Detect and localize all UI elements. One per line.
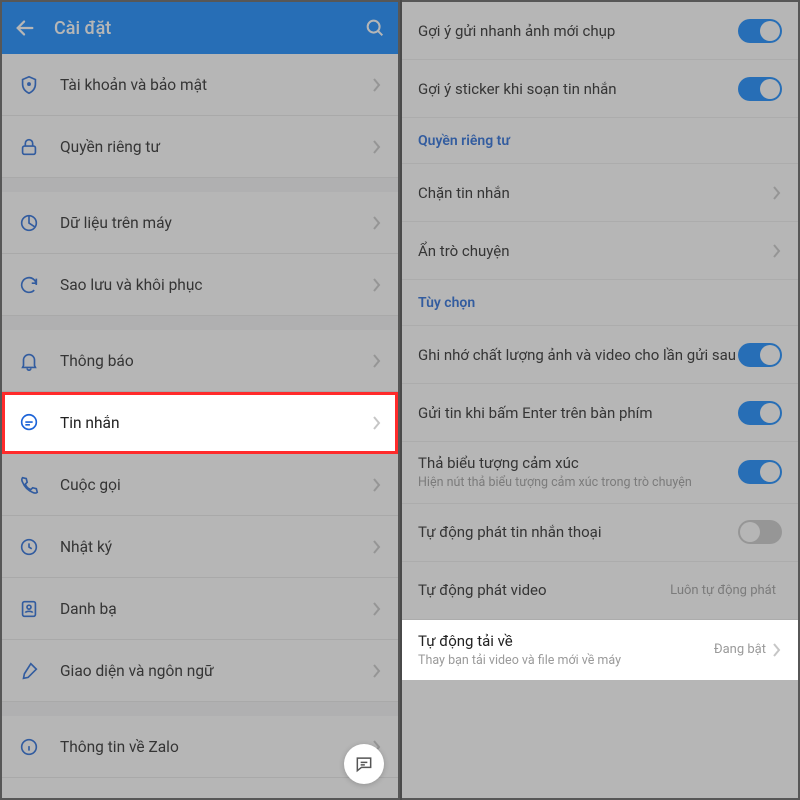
spacer — [2, 178, 398, 192]
settings-item-support[interactable]: Liên hệ hỗ trợ — [2, 778, 398, 798]
settings-item-timeline[interactable]: Nhật ký — [2, 516, 398, 578]
chevron-right-icon — [372, 664, 382, 678]
toggle-quick-photo[interactable]: Gợi ý gửi nhanh ảnh mới chụp — [402, 2, 798, 60]
contacts-icon — [18, 598, 40, 620]
row-label: Tự động tải về — [418, 632, 714, 650]
settings-item-label: Sao lưu và khôi phục — [60, 276, 372, 294]
phone-icon — [18, 474, 40, 496]
row-autoplay-video[interactable]: Tự động phát video Luôn tự động phát — [402, 562, 798, 620]
settings-item-privacy[interactable]: Quyền riêng tư — [2, 116, 398, 178]
brush-icon — [18, 660, 40, 682]
row-label: Ẩn trò chuyện — [418, 242, 772, 260]
settings-item-data[interactable]: Dữ liệu trên máy — [2, 192, 398, 254]
privacy-block-messages[interactable]: Chặn tin nhắn — [402, 164, 798, 222]
toggle-switch[interactable] — [738, 343, 782, 367]
row-label: Chặn tin nhắn — [418, 184, 772, 202]
toggle-switch[interactable] — [738, 19, 782, 43]
chevron-right-icon — [372, 216, 382, 230]
toggle-autoplay-voice[interactable]: Tự động phát tin nhắn thoại — [402, 504, 798, 562]
chevron-right-icon — [772, 643, 782, 657]
settings-item-appearance[interactable]: Giao diện và ngôn ngữ — [2, 640, 398, 702]
chevron-right-icon — [372, 354, 382, 368]
settings-item-label: Thông tin về Zalo — [60, 738, 372, 756]
spacer — [2, 316, 398, 330]
row-value: Đang bật — [714, 642, 766, 657]
row-sublabel: Thay bạn tải video và file mới về máy — [418, 653, 714, 669]
settings-title: Cài đặt — [54, 18, 364, 39]
toggle-label: Gợi ý gửi nhanh ảnh mới chụp — [418, 22, 738, 40]
chevron-right-icon — [772, 186, 782, 200]
info-icon — [18, 736, 40, 758]
chevron-right-icon — [772, 244, 782, 258]
settings-item-account[interactable]: Tài khoản và bảo mật — [2, 54, 398, 116]
settings-item-label: Thông báo — [60, 352, 372, 370]
spacer — [2, 702, 398, 716]
toggle-sticker[interactable]: Gợi ý sticker khi soạn tin nhắn — [402, 60, 798, 118]
toggle-label-block: Thả biểu tượng cảm xúc Hiện nút thả biểu… — [418, 454, 738, 491]
settings-header: Cài đặt — [2, 2, 398, 54]
back-icon[interactable] — [14, 17, 36, 39]
settings-item-messages[interactable]: Tin nhắn — [2, 392, 398, 454]
settings-item-backup[interactable]: Sao lưu và khôi phục — [2, 254, 398, 316]
toggle-enter-send[interactable]: Gửi tin khi bấm Enter trên bàn phím — [402, 384, 798, 442]
settings-item-label: Tài khoản và bảo mật — [60, 76, 372, 94]
toggle-label: Gợi ý sticker khi soạn tin nhắn — [418, 80, 738, 98]
chevron-right-icon — [372, 416, 382, 430]
chevron-right-icon — [372, 602, 382, 616]
toggle-switch[interactable] — [738, 401, 782, 425]
toggle-remember-quality[interactable]: Ghi nhớ chất lượng ảnh và video cho lần … — [402, 326, 798, 384]
section-options-title: Tùy chọn — [402, 280, 798, 326]
toggle-label: Gửi tin khi bấm Enter trên bàn phím — [418, 404, 738, 422]
settings-item-label: Dữ liệu trên máy — [60, 214, 372, 232]
toggle-switch[interactable] — [738, 460, 782, 484]
messages-settings-panel: Gợi ý gửi nhanh ảnh mới chụp Gợi ý stick… — [402, 2, 798, 798]
settings-item-calls[interactable]: Cuộc gọi — [2, 454, 398, 516]
toggle-label: Thả biểu tượng cảm xúc — [418, 454, 738, 472]
row-label-block: Tự động tải về Thay bạn tải video và fil… — [418, 632, 714, 669]
settings-item-label: Danh bạ — [60, 600, 372, 618]
row-label: Tự động phát video — [418, 581, 670, 599]
settings-item-label: Nhật ký — [60, 538, 372, 556]
chevron-right-icon — [372, 140, 382, 154]
row-auto-download[interactable]: Tự động tải về Thay bạn tải video và fil… — [402, 620, 798, 681]
row-value: Luôn tự động phát — [670, 583, 776, 598]
pie-icon — [18, 212, 40, 234]
toggle-label: Tự động phát tin nhắn thoại — [418, 523, 738, 541]
chevron-right-icon — [372, 78, 382, 92]
settings-item-contacts[interactable]: Danh bạ — [2, 578, 398, 640]
toggle-reactions[interactable]: Thả biểu tượng cảm xúc Hiện nút thả biểu… — [402, 442, 798, 504]
settings-item-label: Quyền riêng tư — [60, 138, 372, 156]
toggle-label: Ghi nhớ chất lượng ảnh và video cho lần … — [418, 346, 738, 364]
settings-item-label: Giao diện và ngôn ngữ — [60, 662, 372, 680]
sync-icon — [18, 274, 40, 296]
lock-icon — [18, 136, 40, 158]
chevron-right-icon — [372, 478, 382, 492]
chat-icon — [18, 412, 40, 434]
toggle-switch[interactable] — [738, 77, 782, 101]
toggle-sublabel: Hiện nút thả biểu tượng cảm xúc trong tr… — [418, 475, 738, 491]
settings-item-about[interactable]: Thông tin về Zalo — [2, 716, 398, 778]
shield-icon — [18, 74, 40, 96]
feedback-button[interactable] — [344, 744, 384, 784]
privacy-hide-chat[interactable]: Ẩn trò chuyện — [402, 222, 798, 280]
settings-item-label: Cuộc gọi — [60, 476, 372, 494]
chevron-right-icon — [372, 540, 382, 554]
clock-icon — [18, 536, 40, 558]
settings-panel: Cài đặt Tài khoản và bảo mật Quyền riêng… — [2, 2, 398, 798]
search-icon[interactable] — [364, 17, 386, 39]
bell-icon — [18, 350, 40, 372]
settings-item-notifications[interactable]: Thông báo — [2, 330, 398, 392]
settings-item-label: Tin nhắn — [60, 414, 372, 432]
section-privacy-title: Quyền riêng tư — [402, 118, 798, 164]
toggle-switch[interactable] — [738, 520, 782, 544]
chevron-right-icon — [372, 278, 382, 292]
